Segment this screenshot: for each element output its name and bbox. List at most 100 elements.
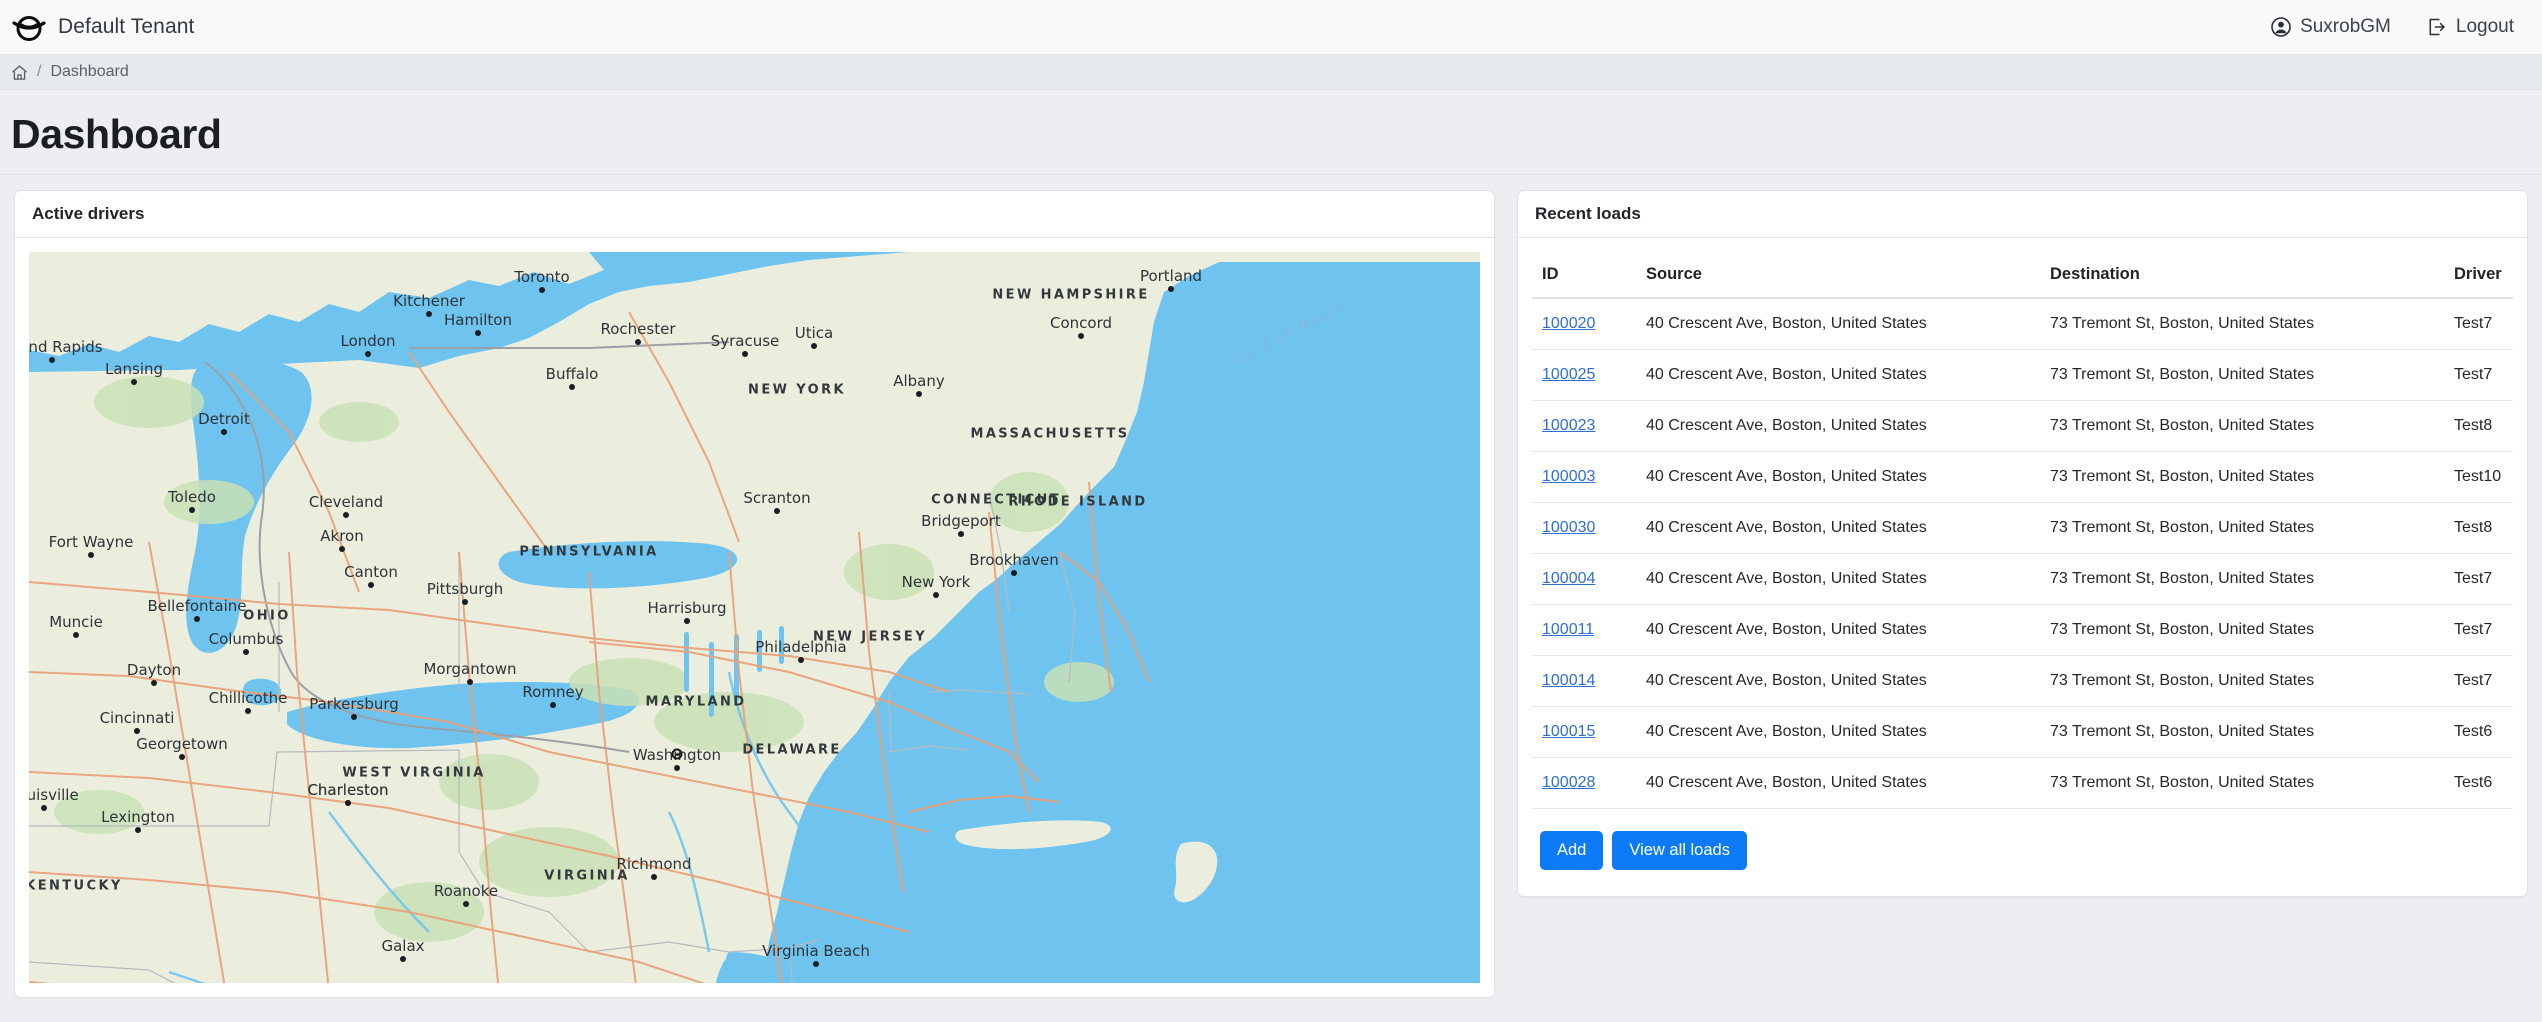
add-button[interactable]: Add <box>1540 831 1604 870</box>
cell-destination: 73 Tremont St, Boston, United States <box>2050 349 2454 401</box>
recent-loads-title: Recent loads <box>1518 191 2527 238</box>
load-id-link[interactable]: 100020 <box>1542 315 1595 332</box>
map-city-dot <box>569 384 575 390</box>
cell-destination: 73 Tremont St, Boston, United States <box>2050 400 2454 452</box>
map-city-dot <box>426 311 432 317</box>
cell-destination: 73 Tremont St, Boston, United States <box>2050 604 2454 656</box>
user-menu[interactable]: SuxrobGM <box>2271 16 2391 38</box>
table-row: 100025 40 Crescent Ave, Boston, United St… <box>1532 349 2513 401</box>
drivers-map[interactable]: NEW HAMPSHIRE NEW YORK MASSACHUSETTS CONNEC… <box>29 252 1480 983</box>
map-city-dot <box>243 649 249 655</box>
brand-text: Default Tenant <box>58 15 195 38</box>
cell-source: 40 Crescent Ave, Boston, United States <box>1646 400 2050 452</box>
map-city-dot <box>41 805 47 811</box>
map-city-dot <box>684 618 690 624</box>
cell-source: 40 Crescent Ave, Boston, United States <box>1646 706 2050 758</box>
logout-button[interactable]: Logout <box>2427 16 2514 38</box>
load-id-link[interactable]: 100025 <box>1542 366 1595 383</box>
load-id-link[interactable]: 100028 <box>1542 774 1595 791</box>
cell-driver: Test10 <box>2454 451 2513 503</box>
map-city-dot <box>651 874 657 880</box>
recent-loads-column: Recent loads ID Source Destination Drive… <box>1517 190 2528 897</box>
table-row: 100028 40 Crescent Ave, Boston, United St… <box>1532 757 2513 809</box>
column-header-destination: Destination <box>2050 252 2454 299</box>
cell-driver: Test6 <box>2454 757 2513 809</box>
tenant-logo-icon <box>12 12 46 42</box>
map-city-dot <box>550 702 556 708</box>
cell-driver: Test7 <box>2454 604 2513 656</box>
map-canvas <box>29 252 1480 983</box>
load-id-link[interactable]: 100030 <box>1542 519 1595 536</box>
map-city-dot <box>351 714 357 720</box>
table-header-row: ID Source Destination Driver <box>1532 252 2513 299</box>
home-icon[interactable] <box>11 64 28 81</box>
cell-source: 40 Crescent Ave, Boston, United States <box>1646 553 2050 605</box>
active-drivers-column: Active drivers NEW HAMPSHIRE NEW YORK MA… <box>14 190 1495 998</box>
breadcrumb-current: Dashboard <box>50 63 129 80</box>
cell-driver: Test7 <box>2454 655 2513 707</box>
recent-loads-body: ID Source Destination Driver 100020 40 Cr… <box>1518 238 2527 896</box>
view-all-loads-button[interactable]: View all loads <box>1612 831 1747 870</box>
map-city-dot <box>73 632 79 638</box>
table-row: 100004 40 Crescent Ave, Boston, United St… <box>1532 553 2513 605</box>
load-id-link[interactable]: 100011 <box>1542 621 1594 638</box>
active-drivers-body: NEW HAMPSHIRE NEW YORK MASSACHUSETTS CONNEC… <box>15 238 1494 997</box>
table-row: 100023 40 Crescent Ave, Boston, United St… <box>1532 400 2513 452</box>
cell-destination: 73 Tremont St, Boston, United States <box>2050 451 2454 503</box>
cell-source: 40 Crescent Ave, Boston, United States <box>1646 604 2050 656</box>
map-city-dot <box>674 765 680 771</box>
load-id-link[interactable]: 100014 <box>1542 672 1595 689</box>
map-city-dot <box>135 827 141 833</box>
map-city-dot <box>365 351 371 357</box>
cell-id: 100030 <box>1532 502 1646 554</box>
recent-loads-table: ID Source Destination Driver 100020 40 Cr… <box>1532 252 2513 809</box>
table-row: 100020 40 Crescent Ave, Boston, United St… <box>1532 298 2513 350</box>
map-city-dot <box>368 582 374 588</box>
map-city-dot <box>194 616 200 622</box>
cell-id: 100028 <box>1532 757 1646 809</box>
cell-id: 100011 <box>1532 604 1646 656</box>
map-city-dot <box>1011 570 1017 576</box>
user-name-label: SuxrobGM <box>2300 16 2391 37</box>
map-city-dot <box>811 343 817 349</box>
map-city-dot <box>345 800 351 806</box>
brand[interactable]: Default Tenant <box>12 12 194 42</box>
cell-id: 100015 <box>1532 706 1646 758</box>
column-header-driver: Driver <box>2454 252 2513 299</box>
breadcrumb-separator: / <box>37 63 42 80</box>
map-city-dot <box>539 287 545 293</box>
load-id-link[interactable]: 100023 <box>1542 417 1595 434</box>
user-circle-icon <box>2271 17 2291 37</box>
cell-source: 40 Crescent Ave, Boston, United States <box>1646 502 2050 554</box>
map-city-dot <box>400 956 406 962</box>
top-navbar: Default Tenant SuxrobGM Logout <box>0 0 2542 55</box>
table-row: 100014 40 Crescent Ave, Boston, United St… <box>1532 655 2513 707</box>
load-id-link[interactable]: 100015 <box>1542 723 1595 740</box>
page: Dashboard Active drivers NEW HAMPSHIRE N… <box>0 90 2542 998</box>
table-head: ID Source Destination Driver <box>1532 252 2513 299</box>
map-city-dot <box>189 507 195 513</box>
navbar-right: SuxrobGM Logout <box>2271 16 2514 38</box>
active-driver-marker[interactable] <box>671 748 683 760</box>
cell-driver: Test7 <box>2454 349 2513 401</box>
cell-destination: 73 Tremont St, Boston, United States <box>2050 757 2454 809</box>
cell-id: 100004 <box>1532 553 1646 605</box>
load-id-link[interactable]: 100004 <box>1542 570 1595 587</box>
map-city-dot <box>134 728 140 734</box>
table-row: 100011 40 Crescent Ave, Boston, United St… <box>1532 604 2513 656</box>
logout-label: Logout <box>2455 16 2514 37</box>
map-city-dot <box>742 351 748 357</box>
cell-id: 100014 <box>1532 655 1646 707</box>
load-id-link[interactable]: 100003 <box>1542 468 1595 485</box>
breadcrumb: / Dashboard <box>0 55 2542 90</box>
cell-source: 40 Crescent Ave, Boston, United States <box>1646 757 2050 809</box>
map-city-dot <box>49 357 55 363</box>
map-city-dot <box>1168 286 1174 292</box>
map-city-dot <box>958 531 964 537</box>
cell-id: 100025 <box>1532 349 1646 401</box>
loads-actions: Add View all loads <box>1532 809 2513 882</box>
cell-destination: 73 Tremont St, Boston, United States <box>2050 706 2454 758</box>
table-row: 100015 40 Crescent Ave, Boston, United St… <box>1532 706 2513 758</box>
cell-id: 100020 <box>1532 298 1646 350</box>
cell-source: 40 Crescent Ave, Boston, United States <box>1646 451 2050 503</box>
